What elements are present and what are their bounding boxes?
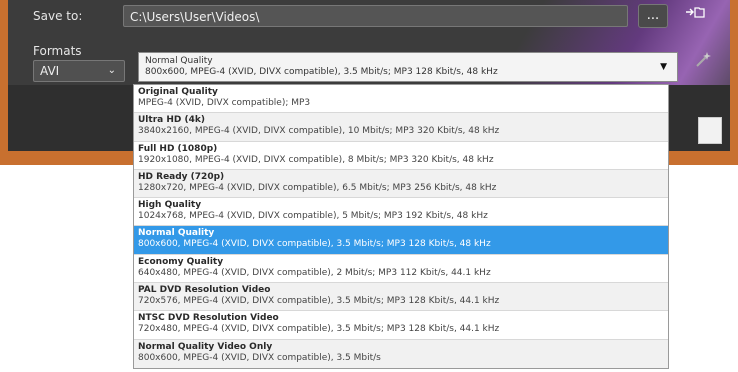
option-title: HD Ready (720p) — [138, 171, 225, 182]
option-desc: 1024x768, MPEG-4 (XVID, DIVX compatible)… — [138, 211, 488, 222]
list-item[interactable]: High Quality 1024x768, MPEG-4 (XVID, DIV… — [134, 198, 668, 227]
save-path-field[interactable]: C:\Users\User\Videos\ — [123, 5, 628, 27]
save-to-label: Save to: — [33, 9, 83, 23]
quality-select-desc: 800x600, MPEG-4 (XVID, DIVX compatible),… — [145, 67, 498, 77]
dropdown-arrow-icon: ▼ — [660, 62, 667, 72]
list-item[interactable]: HD Ready (720p) 1280x720, MPEG-4 (XVID, … — [134, 169, 668, 199]
chevron-down-icon: ⌄ — [107, 65, 116, 76]
option-title: Original Quality — [138, 87, 218, 97]
list-item[interactable]: NTSC DVD Resolution Video 720x480, MPEG-… — [134, 311, 668, 340]
quality-select-title: Normal Quality — [145, 56, 213, 66]
formats-label: Formats — [33, 44, 82, 58]
option-desc: 3840x2160, MPEG-4 (XVID, DIVX compatible… — [138, 126, 500, 137]
list-item[interactable]: Full HD (1080p) 1920x1080, MPEG-4 (XVID,… — [134, 142, 668, 170]
option-desc: MPEG-4 (XVID, DIVX compatible); MP3 — [138, 98, 311, 108]
option-desc: 720x576, MPEG-4 (XVID, DIVX compatible),… — [138, 296, 500, 307]
list-item[interactable]: Original Quality MPEG-4 (XVID, DIVX comp… — [134, 85, 668, 114]
option-title: NTSC DVD Resolution Video — [138, 313, 279, 324]
magic-wand-icon — [693, 52, 713, 74]
magic-wand-button[interactable] — [686, 50, 720, 80]
list-item[interactable]: Economy Quality 640x480, MPEG-4 (XVID, D… — [134, 255, 668, 284]
format-select-value: AVI — [40, 64, 60, 78]
quality-dropdown-list[interactable]: Original Quality MPEG-4 (XVID, DIVX comp… — [133, 84, 669, 369]
quality-select[interactable]: Normal Quality 800x600, MPEG-4 (XVID, DI… — [138, 52, 678, 82]
option-title: Full HD (1080p) — [138, 143, 218, 154]
list-item[interactable]: Ultra HD (4k) 3840x2160, MPEG-4 (XVID, D… — [134, 113, 668, 142]
partial-button[interactable] — [698, 117, 722, 144]
option-desc: 1280x720, MPEG-4 (XVID, DIVX compatible)… — [138, 182, 497, 193]
option-title: Normal Quality — [138, 228, 215, 239]
option-desc: 800x600, MPEG-4 (XVID, DIVX compatible),… — [138, 352, 381, 363]
format-select[interactable]: AVI ⌄ — [33, 60, 125, 82]
option-title: High Quality — [138, 200, 202, 211]
option-desc: 800x600, MPEG-4 (XVID, DIVX compatible),… — [138, 239, 491, 250]
option-title: Economy Quality — [138, 256, 224, 267]
option-desc: 1920x1080, MPEG-4 (XVID, DIVX compatible… — [138, 154, 494, 165]
list-item[interactable]: PAL DVD Resolution Video 720x576, MPEG-4… — [134, 283, 668, 312]
list-item-selected[interactable]: Normal Quality 800x600, MPEG-4 (XVID, DI… — [134, 226, 668, 255]
browse-button[interactable]: ... — [638, 4, 668, 28]
open-folder-button[interactable] — [676, 4, 714, 28]
list-item[interactable]: Normal Quality Video Only 800x600, MPEG-… — [134, 339, 668, 368]
option-title: PAL DVD Resolution Video — [138, 285, 271, 296]
option-title: Normal Quality Video Only — [138, 341, 273, 352]
open-folder-icon — [684, 7, 706, 23]
option-desc: 720x480, MPEG-4 (XVID, DIVX compatible),… — [138, 324, 500, 335]
option-title: Ultra HD (4k) — [138, 115, 205, 126]
option-desc: 640x480, MPEG-4 (XVID, DIVX compatible),… — [138, 267, 491, 278]
